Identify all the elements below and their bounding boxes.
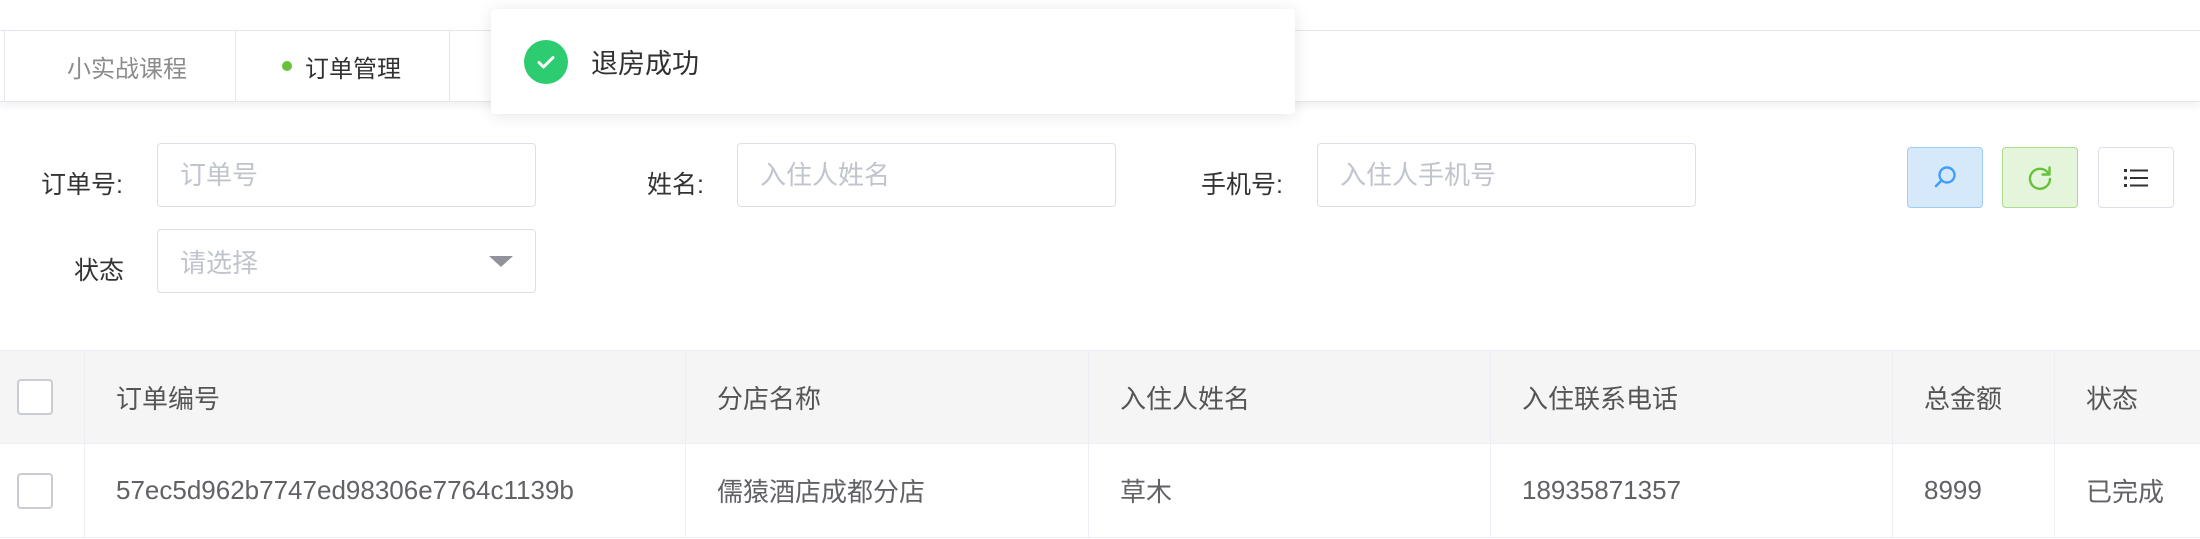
name-label: 姓名:	[647, 171, 704, 199]
toast-message: 退房成功	[591, 49, 699, 79]
success-toast: 退房成功	[491, 9, 1295, 114]
cell-status: 已完成	[2086, 477, 2165, 507]
orders-table: 订单编号 分店名称 入住人姓名 入住联系电话 总金额 状态 57ec5d962b…	[0, 350, 2200, 538]
row-checkbox[interactable]	[17, 472, 53, 509]
row-checkbox-cell	[0, 444, 85, 537]
header-guest-name: 入住人姓名	[1089, 351, 1491, 443]
order-no-input[interactable]	[157, 143, 536, 207]
cell-guest-name: 草木	[1089, 444, 1491, 537]
status-select[interactable]: 请选择	[157, 229, 536, 293]
refresh-icon	[2028, 165, 2052, 190]
cell-phone: 18935871357	[1491, 444, 1893, 537]
header-order-no: 订单编号	[85, 351, 686, 443]
active-dot-icon	[282, 61, 292, 71]
status-label: 状态	[74, 257, 125, 285]
header-checkbox-cell	[0, 351, 85, 443]
search-icon	[1934, 165, 1956, 187]
header-branch-name: 分店名称	[686, 351, 1089, 443]
cell-branch-name: 儒猿酒店成都分店	[686, 444, 1089, 537]
status-select-placeholder: 请选择	[180, 247, 259, 278]
search-button[interactable]	[1907, 147, 1983, 208]
table-header-row: 订单编号 分店名称 入住人姓名 入住联系电话 总金额 状态	[0, 350, 2200, 444]
header-phone: 入住联系电话	[1491, 351, 1893, 443]
caret-down-icon	[489, 255, 513, 267]
cell-total: 8999	[1893, 444, 2055, 537]
name-input[interactable]	[737, 143, 1116, 207]
table-row[interactable]: 57ec5d962b7747ed98306e7764c1139b 儒猿酒店成都分…	[0, 444, 2200, 538]
tab-order-management[interactable]: 订单管理	[236, 31, 450, 101]
success-check-icon	[524, 39, 568, 84]
header-total: 总金额	[1893, 351, 2055, 443]
list-icon	[2124, 168, 2148, 187]
header-status: 状态	[2086, 383, 2139, 414]
phone-label: 手机号:	[1201, 171, 1283, 199]
order-no-label: 订单号:	[41, 171, 123, 199]
phone-input[interactable]	[1317, 143, 1696, 207]
tab-label: 小实战课程	[67, 55, 187, 83]
column-settings-button[interactable]	[2098, 147, 2174, 208]
cell-order-no: 57ec5d962b7747ed98306e7764c1139b	[85, 444, 686, 537]
tab-course[interactable]: 小实战课程	[4, 31, 236, 101]
refresh-button[interactable]	[2002, 147, 2078, 208]
select-all-checkbox[interactable]	[17, 379, 53, 415]
tab-label: 订单管理	[305, 55, 401, 83]
